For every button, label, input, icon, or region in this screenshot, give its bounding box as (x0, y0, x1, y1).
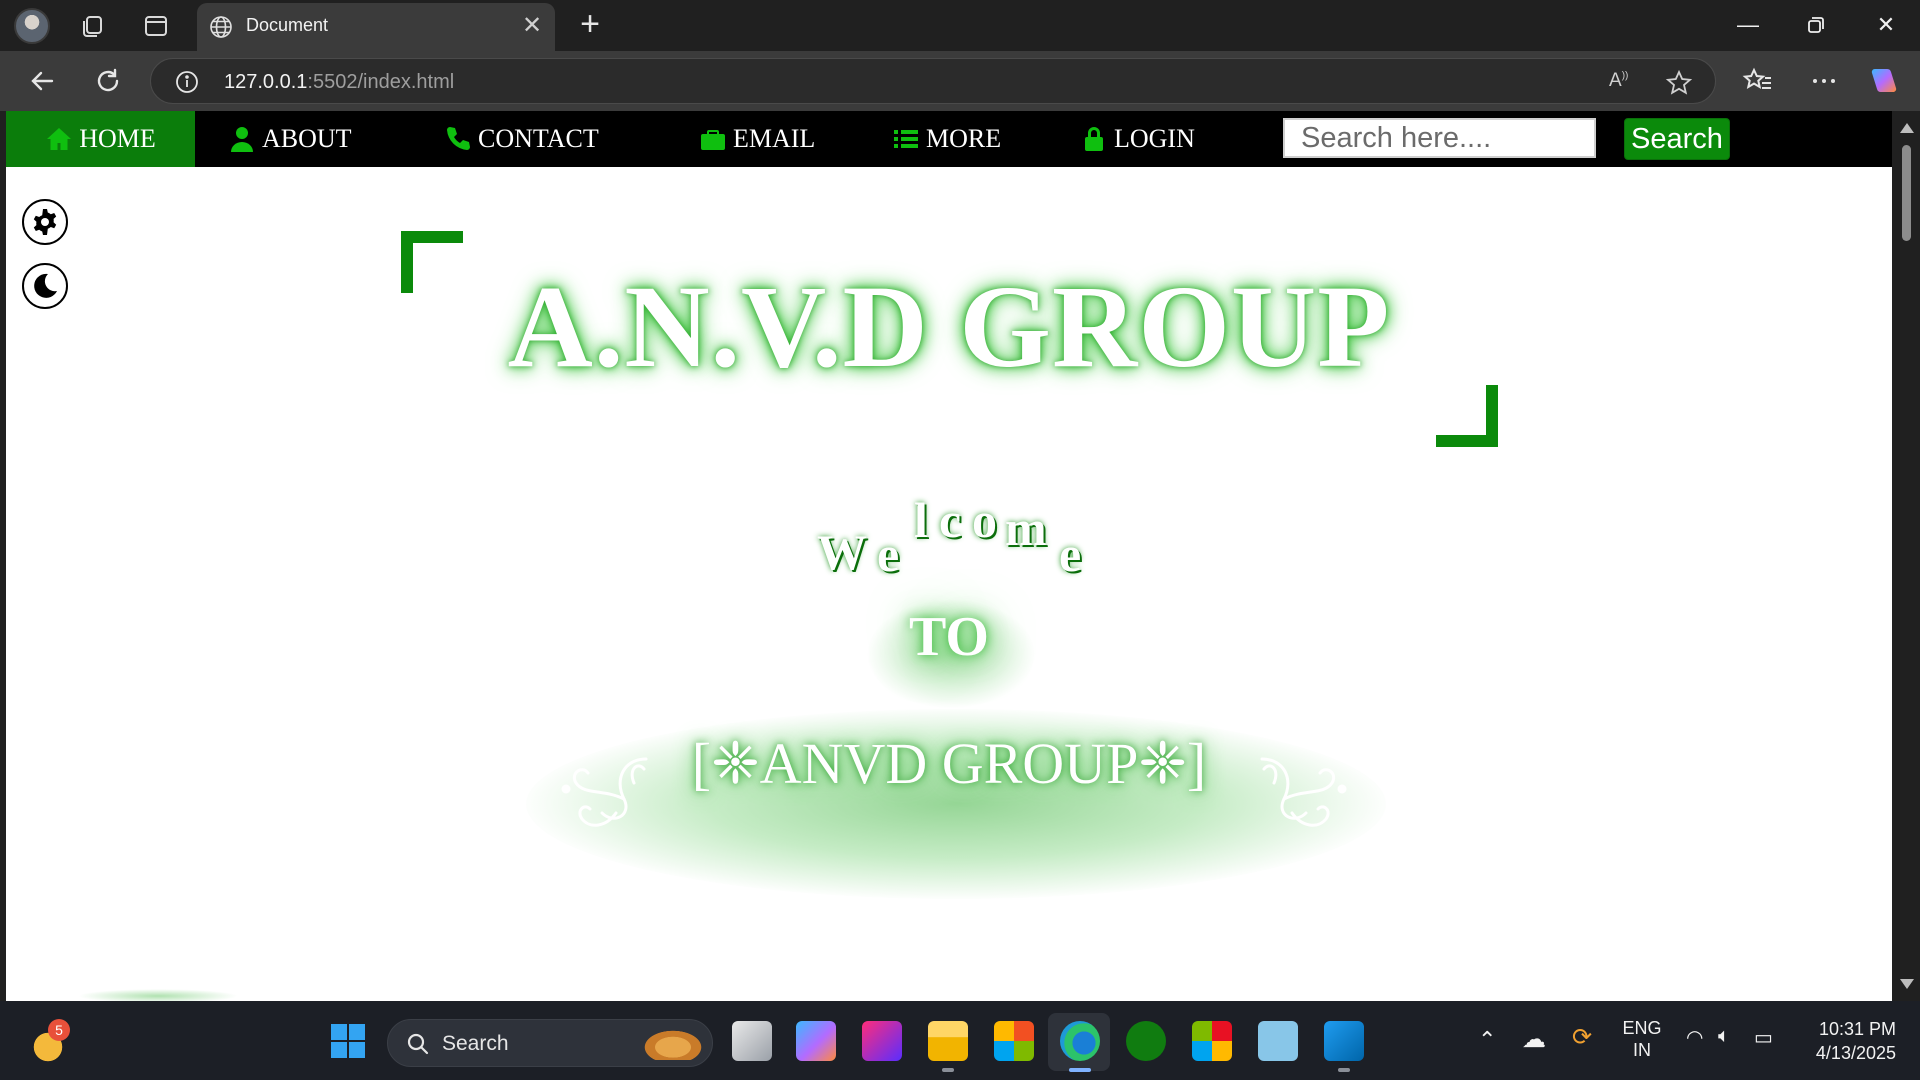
welcome-letter: l (914, 492, 928, 548)
search-highlight-image (640, 1028, 706, 1060)
welcome-letter: e (877, 526, 900, 582)
copilot-icon[interactable] (1868, 65, 1900, 97)
start-windows-icon[interactable] (328, 1021, 368, 1061)
taskbar-search-label: Search (442, 1032, 509, 1055)
browser-tab-bar: Document ✕ + — ✕ (0, 0, 1920, 51)
file-explorer-running-indicator (942, 1068, 954, 1072)
group-title: [❈ANVD GROUP❈] (691, 731, 1207, 796)
workspaces-icon[interactable] (78, 12, 106, 40)
minimize-button[interactable]: — (1720, 6, 1776, 44)
scroll-down-icon[interactable] (1900, 979, 1914, 989)
taskbar-search[interactable]: Search (387, 1019, 713, 1067)
close-window-button[interactable]: ✕ (1858, 6, 1914, 44)
tab-document[interactable]: Document ✕ (197, 3, 555, 51)
more-options-icon[interactable] (1808, 65, 1840, 97)
read-aloud-icon[interactable]: A)) (1609, 70, 1635, 96)
wifi-icon[interactable]: ◠ (1686, 1025, 1703, 1050)
microsoft-store-icon[interactable] (994, 1021, 1034, 1061)
show-hidden-icons-chevron-icon[interactable]: ⌃ (1478, 1027, 1496, 1053)
welcome-text: W e l c o m e (6, 111, 1892, 582)
to-text: TO (909, 606, 989, 668)
sync-update-icon[interactable]: ⟳ (1572, 1023, 1592, 1052)
welcome-letter: e (1059, 526, 1082, 582)
task-view-icon[interactable] (732, 1021, 772, 1061)
copilot-app-icon[interactable] (796, 1021, 836, 1061)
address-bar[interactable]: 127.0.0.1:5502/index.html A)) (150, 58, 1716, 104)
search-icon (407, 1033, 429, 1055)
favorite-star-icon[interactable] (1665, 69, 1693, 97)
page-scrollbar[interactable] (1892, 111, 1920, 1001)
language-code: ENG (1622, 1018, 1662, 1038)
restore-icon (1808, 17, 1824, 33)
back-arrow-icon[interactable] (26, 65, 58, 97)
clock-date: 4/13/2025 (1815, 1043, 1896, 1063)
refresh-icon[interactable] (92, 65, 124, 97)
office-app-icon[interactable] (1192, 1021, 1232, 1061)
vscode-icon[interactable] (1324, 1021, 1364, 1061)
flourish-right-icon (1260, 757, 1347, 827)
battery-icon[interactable]: ▭ (1754, 1025, 1773, 1050)
favorites-icon[interactable] (1742, 65, 1774, 97)
file-explorer-icon[interactable] (928, 1021, 968, 1061)
language-region: IN (1633, 1040, 1651, 1060)
clock-time: 10:31 PM (1818, 1019, 1896, 1039)
new-tab-button[interactable]: + (574, 7, 606, 42)
welcome-letter: W (817, 524, 867, 580)
welcome-letter: m (1005, 500, 1047, 556)
xbox-icon[interactable] (1126, 1021, 1166, 1061)
next-section-peek (78, 989, 238, 1001)
browser-toolbar: 127.0.0.1:5502/index.html A)) (0, 51, 1920, 111)
onedrive-cloud-icon[interactable]: ☁ (1522, 1025, 1546, 1054)
edge-browser-icon[interactable] (1060, 1021, 1100, 1061)
tab-actions-icon[interactable] (142, 12, 170, 40)
widgets-badge: 5 (48, 1019, 70, 1041)
scroll-up-icon[interactable] (1900, 123, 1914, 133)
volume-icon[interactable]: 🔈︎ (1718, 1025, 1730, 1048)
tab-title: Document (246, 15, 329, 35)
windows-taskbar: 5 Search ⌃ ☁ ⟳ ENG IN ◠ 🔈︎ ▭ 10:31 PM 4/… (0, 1001, 1920, 1080)
globe-icon (210, 16, 232, 38)
site-info-icon[interactable] (175, 70, 199, 94)
welcome-letter: c (939, 492, 962, 548)
intellij-icon[interactable] (862, 1021, 902, 1061)
welcome-letter: o (972, 492, 997, 548)
restore-button[interactable] (1788, 6, 1844, 44)
close-tab-icon[interactable]: ✕ (519, 13, 545, 39)
profile-avatar[interactable] (14, 8, 50, 44)
input-language[interactable]: ENG IN (1622, 1017, 1662, 1061)
clock[interactable]: 10:31 PM 4/13/2025 (1800, 1017, 1896, 1065)
edge-active-indicator (1069, 1068, 1091, 1072)
vscode-running-indicator (1338, 1068, 1350, 1072)
url-text[interactable]: 127.0.0.1:5502/index.html (224, 71, 454, 94)
page-viewport: HOME ABOUT CONTACT EMAIL MORE LOGIN Sear… (6, 111, 1892, 1001)
photos-icon[interactable] (1258, 1021, 1298, 1061)
scrollbar-thumb[interactable] (1902, 145, 1911, 241)
